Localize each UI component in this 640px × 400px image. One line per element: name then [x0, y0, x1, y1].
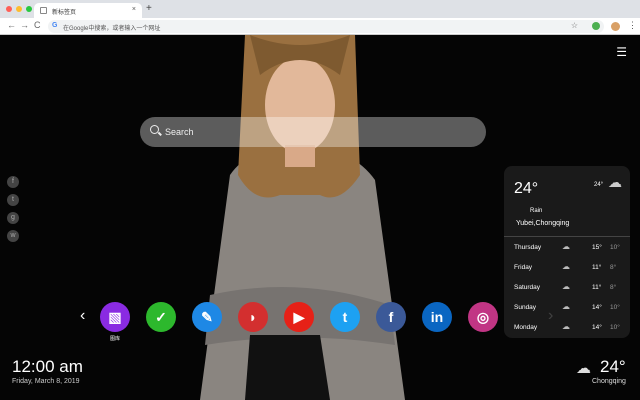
- background-photo: [200, 35, 405, 400]
- close-window-button[interactable]: [6, 6, 12, 12]
- back-button[interactable]: ←: [7, 20, 16, 30]
- profile-avatar[interactable]: [611, 22, 620, 31]
- browser-window: 新标签页 × + ← → C G 在Google中搜索，或者输入一个网址 ☆ ⋮…: [0, 0, 640, 400]
- forecast-day: Sunday: [514, 304, 537, 311]
- forecast-row: Sunday ☁ 14° 10°: [514, 302, 624, 318]
- address-bar[interactable]: G 在Google中搜索，或者输入一个网址 ☆: [48, 20, 604, 33]
- gallery-shortcut-button[interactable]: ▧: [100, 302, 130, 332]
- forecast-high: 11°: [592, 264, 602, 271]
- wechat-share-icon[interactable]: w: [7, 230, 19, 242]
- forecast-high: 14°: [592, 304, 602, 311]
- cloud-icon: ☁: [562, 262, 570, 271]
- forecast-row: Monday ☁ 14° 10°: [514, 322, 624, 338]
- dock-prev-arrow[interactable]: ‹: [80, 307, 85, 325]
- weather-divider: [504, 236, 630, 237]
- tab-favicon-icon: [40, 7, 47, 14]
- clock-time: 12:00 am: [12, 357, 83, 376]
- cloud-icon: ☁: [562, 322, 570, 331]
- window-controls: [6, 6, 32, 12]
- weather-condition: Rain: [530, 208, 543, 214]
- cloud-icon: ☁: [576, 360, 591, 377]
- forecast-day: Friday: [514, 264, 533, 271]
- forecast-high: 11°: [592, 284, 602, 291]
- cloud-icon: ☁: [562, 282, 570, 291]
- hamburger-menu-icon[interactable]: ☰: [616, 45, 627, 59]
- weather-current-temp: 24°: [514, 180, 539, 197]
- new-tab-page: ☰ Search f t g w ‹ › ▧图库✓✎◗▶tfin◎ 24° 24…: [0, 35, 640, 400]
- forecast-high: 15°: [592, 244, 602, 251]
- weather-hi-lo: 24°: [594, 182, 604, 188]
- browser-menu-icon[interactable]: ⋮: [628, 20, 637, 31]
- clock-date: Friday, March 8, 2019: [12, 378, 80, 385]
- bookmark-star-icon[interactable]: ☆: [571, 21, 578, 30]
- search-input[interactable]: Search: [140, 117, 486, 147]
- google-share-icon[interactable]: g: [7, 212, 19, 224]
- tab-title: 新标签页: [52, 10, 77, 16]
- forecast-low: 10°: [610, 244, 620, 251]
- bottom-temp: 24°: [600, 357, 626, 376]
- game-shortcut-button[interactable]: ◗: [238, 302, 268, 332]
- search-icon: [150, 125, 159, 134]
- notes-shortcut-button[interactable]: ✎: [192, 302, 222, 332]
- browser-toolbar: ← → C G 在Google中搜索，或者输入一个网址 ☆: [0, 18, 640, 35]
- maximize-window-button[interactable]: [26, 6, 32, 12]
- youtube-shortcut-button[interactable]: ▶: [284, 302, 314, 332]
- bottom-city: Chongqing: [592, 378, 626, 385]
- extension-icon[interactable]: [592, 22, 600, 30]
- forecast-low: 10°: [610, 304, 620, 311]
- facebook-share-icon[interactable]: f: [7, 176, 19, 188]
- tab-new-tab[interactable]: 新标签页 ×: [34, 3, 142, 18]
- forecast-low: 10°: [610, 324, 620, 331]
- linkedin-shortcut-button[interactable]: in: [422, 302, 452, 332]
- forecast-low: 8°: [610, 264, 617, 271]
- forecast-high: 14°: [592, 324, 602, 331]
- forecast-day: Saturday: [514, 284, 541, 291]
- forecast-day: Monday: [514, 324, 538, 331]
- forecast-row: Friday ☁ 11° 8°: [514, 262, 624, 278]
- cloud-icon: ☁: [608, 174, 622, 190]
- address-placeholder: 在Google中搜索，或者输入一个网址: [63, 26, 161, 32]
- twitter-share-icon[interactable]: t: [7, 194, 19, 206]
- tab-close-icon[interactable]: ×: [132, 6, 136, 13]
- minimize-window-button[interactable]: [16, 6, 22, 12]
- reload-button[interactable]: C: [34, 20, 41, 30]
- twitter-shortcut-button[interactable]: t: [330, 302, 360, 332]
- new-tab-button[interactable]: +: [146, 3, 152, 14]
- forecast-low: 8°: [610, 284, 617, 291]
- tab-strip: 新标签页 × +: [0, 0, 640, 18]
- search-placeholder: Search: [165, 127, 194, 137]
- social-share-bar: f t g w: [7, 176, 19, 242]
- weather-location: Yubei,Chongqing: [516, 220, 570, 227]
- forecast-row: Thursday ☁ 15° 10°: [514, 242, 624, 258]
- google-icon: G: [52, 22, 58, 29]
- forecast-day: Thursday: [514, 244, 542, 251]
- forward-button[interactable]: →: [20, 20, 29, 30]
- instagram-shortcut-button[interactable]: ◎: [468, 302, 498, 332]
- weather-card[interactable]: 24° 24° ☁ Rain Yubei,Chongqing Thursday ☁…: [504, 166, 630, 338]
- cloud-icon: ☁: [562, 302, 570, 311]
- gallery-shortcut-label: 图库: [109, 336, 120, 342]
- cloud-icon: ☁: [562, 242, 570, 251]
- check-shortcut-button[interactable]: ✓: [146, 302, 176, 332]
- forecast-row: Saturday ☁ 11° 8°: [514, 282, 624, 298]
- facebook-shortcut-button[interactable]: f: [376, 302, 406, 332]
